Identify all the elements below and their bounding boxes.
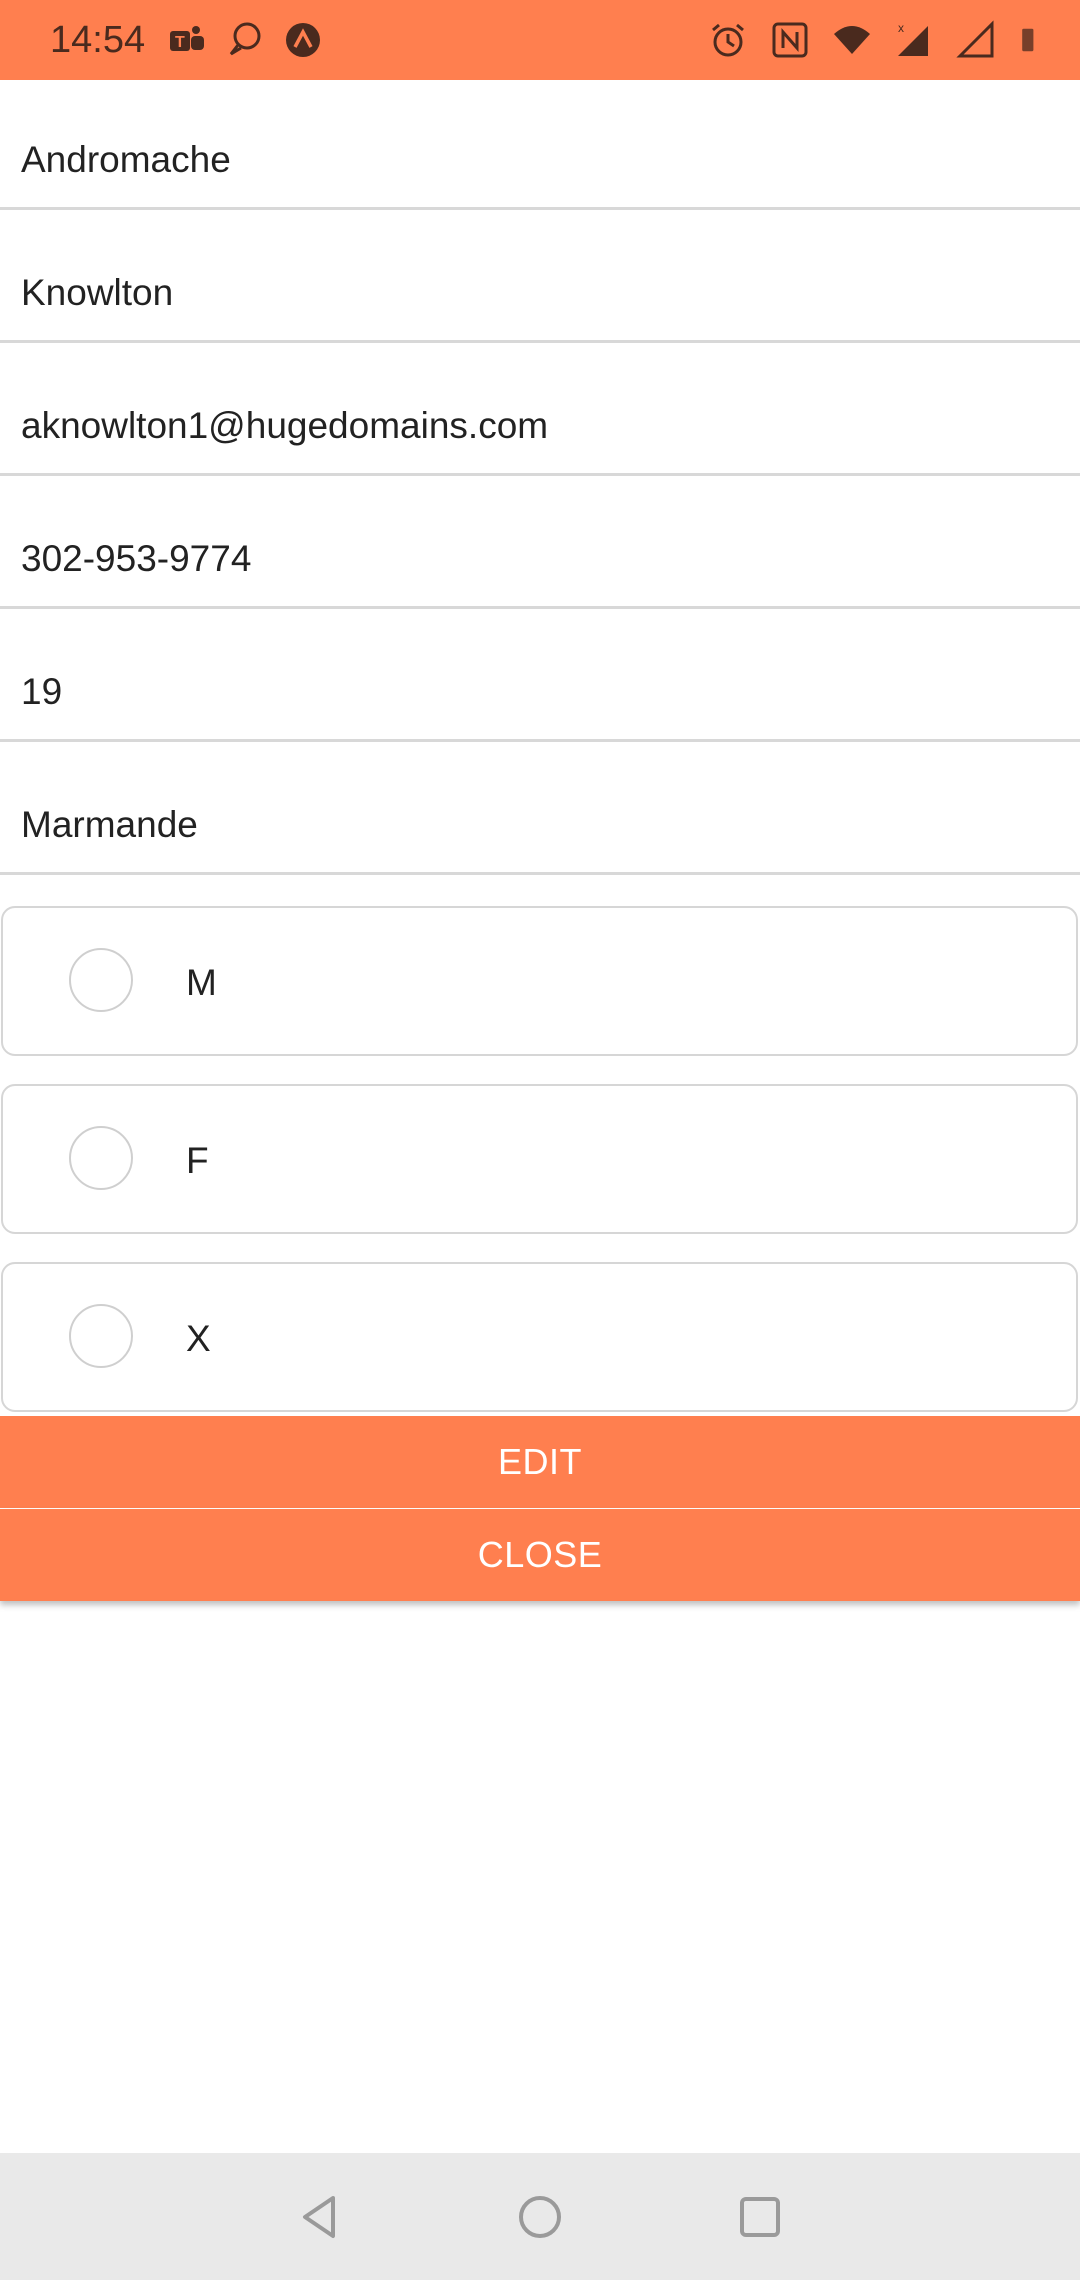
first-name-field[interactable]: Andromache bbox=[0, 80, 1080, 210]
gender-option-label: F bbox=[186, 1140, 209, 1181]
back-button[interactable] bbox=[285, 2182, 355, 2252]
edit-button[interactable]: EDIT bbox=[0, 1416, 1080, 1508]
status-time: 14:54 bbox=[50, 18, 146, 61]
radio-button[interactable] bbox=[69, 1304, 133, 1368]
signal-icon bbox=[956, 20, 994, 58]
radio-button[interactable] bbox=[69, 1126, 133, 1190]
battery-icon bbox=[1022, 28, 1034, 52]
svg-text:T: T bbox=[175, 34, 185, 51]
signal-x-icon: x bbox=[898, 21, 928, 56]
teams-icon: T bbox=[170, 26, 205, 51]
svg-text:x: x bbox=[898, 21, 904, 35]
status-bar: 14:54 T x bbox=[0, 0, 1080, 80]
city-field[interactable]: Marmande bbox=[0, 745, 1080, 875]
last-name-value: Knowlton bbox=[21, 272, 174, 313]
last-name-field[interactable]: Knowlton bbox=[0, 213, 1080, 343]
app-icon bbox=[286, 23, 321, 57]
chat-bubble-icon bbox=[229, 22, 261, 56]
first-name-value: Andromache bbox=[21, 139, 231, 180]
gender-option-label: M bbox=[186, 962, 217, 1003]
navigation-bar bbox=[0, 2153, 1080, 2280]
phone-field[interactable]: 302-953-9774 bbox=[0, 479, 1080, 609]
back-icon bbox=[303, 2195, 335, 2238]
phone-value: 302-953-9774 bbox=[21, 538, 252, 579]
gender-option-x[interactable]: X bbox=[1, 1262, 1078, 1412]
recents-button[interactable] bbox=[725, 2182, 795, 2252]
wifi-icon bbox=[834, 26, 870, 54]
age-value: 19 bbox=[21, 671, 63, 712]
gender-option-m[interactable]: M bbox=[1, 906, 1078, 1056]
age-field[interactable]: 19 bbox=[0, 612, 1080, 742]
home-icon bbox=[519, 2195, 561, 2238]
email-field[interactable]: aknowlton1@hugedomains.com bbox=[0, 346, 1080, 476]
gender-option-f[interactable]: F bbox=[1, 1084, 1078, 1234]
nfc-icon bbox=[772, 22, 808, 58]
status-right-icons: x bbox=[708, 20, 1046, 60]
home-button[interactable] bbox=[505, 2182, 575, 2252]
close-button[interactable]: CLOSE bbox=[0, 1509, 1080, 1601]
recents-icon bbox=[740, 2196, 780, 2237]
alarm-icon bbox=[712, 23, 744, 57]
gender-option-label: X bbox=[186, 1318, 211, 1359]
radio-button[interactable] bbox=[69, 948, 133, 1012]
city-value: Marmande bbox=[21, 804, 198, 845]
status-left-icons: T bbox=[167, 20, 323, 60]
email-value: aknowlton1@hugedomains.com bbox=[21, 405, 549, 446]
